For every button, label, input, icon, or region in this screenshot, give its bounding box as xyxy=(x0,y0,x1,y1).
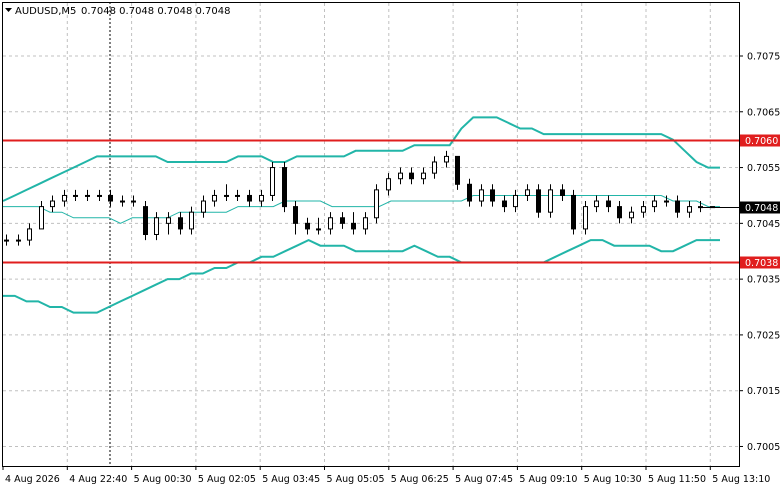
candle-body-bear xyxy=(143,206,148,235)
candle-body-bull xyxy=(629,211,634,219)
candle-body-bear xyxy=(409,172,414,180)
candle-body-bull xyxy=(154,217,159,235)
candle-body-bear xyxy=(571,194,576,230)
x-tick-label: 5 Aug 13:10 xyxy=(712,474,770,485)
candle-body-bull xyxy=(710,206,715,209)
candle-body-bull xyxy=(698,206,703,209)
x-tick-label: 5 Aug 03:45 xyxy=(262,474,320,485)
x-tick-label: 5 Aug 05:05 xyxy=(327,474,385,485)
candle-body-bull xyxy=(316,228,321,231)
candle-body-bull xyxy=(444,155,449,163)
candle-body-bull xyxy=(62,194,67,202)
x-tick-label: 5 Aug 07:45 xyxy=(455,474,513,485)
candle-body-bull xyxy=(652,200,657,208)
candle-body-bull xyxy=(73,194,78,197)
candle-body-bull xyxy=(548,189,553,213)
candle-body-bear xyxy=(675,200,680,213)
candle-body-bull xyxy=(328,217,333,230)
candle xyxy=(710,206,715,209)
candle-body-bull xyxy=(97,194,102,197)
candle-body-bear xyxy=(606,200,611,208)
candle-body-bear xyxy=(293,206,298,224)
candle-body-bull xyxy=(224,194,229,197)
candle-body-bull xyxy=(374,189,379,219)
x-tick-label: 5 Aug 02:05 xyxy=(198,474,256,485)
candle-body-bear xyxy=(502,200,507,208)
candle-body-bull xyxy=(432,161,437,174)
candle-body-bull xyxy=(189,211,194,230)
candle-body-bull xyxy=(4,239,9,242)
candle-body-bull xyxy=(421,172,426,180)
y-tick-label: 0.7065 xyxy=(747,107,780,118)
x-tick-label: 5 Aug 09:10 xyxy=(519,474,577,485)
candle-body-bull xyxy=(131,200,136,203)
candle-body-bear xyxy=(467,183,472,202)
candle-body-bear xyxy=(340,217,345,224)
y-tick-label: 0.7005 xyxy=(747,442,780,453)
ohlc-values: 0.7048 0.7048 0.7048 0.7048 xyxy=(81,6,231,17)
candle-body-bull xyxy=(120,200,125,203)
price-chart[interactable]: 0.7060 0.7038 0.7048 0.7075 0.7065 0.7055 0.7… xyxy=(0,0,781,489)
candle-body-bull xyxy=(39,206,44,230)
y-tick-label: 0.7075 xyxy=(747,51,780,62)
x-tick-label: 5 Aug 00:30 xyxy=(134,474,192,485)
candle-body-bull xyxy=(479,189,484,202)
x-tick-label: 4 Aug 22:40 xyxy=(69,474,127,485)
price-level-label: 0.7060 xyxy=(745,136,778,147)
x-tick-label: 5 Aug 11:50 xyxy=(648,474,706,485)
candle-body-bear xyxy=(305,222,310,230)
y-tick-label: 0.7045 xyxy=(747,219,780,230)
candle-body-bull xyxy=(50,200,55,208)
price-level-label: 0.7038 xyxy=(745,258,778,269)
candle xyxy=(282,161,287,213)
candle-body-bull xyxy=(27,228,32,241)
candle-body-bull xyxy=(259,194,264,202)
current-price-label: 0.7048 xyxy=(745,203,778,214)
y-tick-label: 0.7035 xyxy=(747,275,780,286)
candle-body-bear xyxy=(617,206,622,219)
candle xyxy=(270,161,275,202)
y-tick-label: 0.7025 xyxy=(747,330,780,341)
candle-body-bull xyxy=(85,194,90,197)
x-tick-label: 5 Aug 10:30 xyxy=(584,474,642,485)
y-tick-label: 0.7055 xyxy=(747,163,780,174)
candle-body-bear xyxy=(178,217,183,230)
y-tick-label: 0.7015 xyxy=(747,386,780,397)
candle-body-bull xyxy=(594,200,599,208)
candle-body-bull xyxy=(212,194,217,202)
candle-body-bull xyxy=(166,217,171,224)
candle-body-bear xyxy=(560,189,565,196)
x-tick-label: 5 Aug 06:25 xyxy=(391,474,449,485)
candle-body-bear xyxy=(536,189,541,213)
chart-background xyxy=(0,0,781,489)
symbol-label: AUDUSD,M5 xyxy=(15,6,76,17)
candle-body-bear xyxy=(351,222,356,230)
chart-header: AUDUSD,M5 0.7048 0.7048 0.7048 0.7048 xyxy=(5,6,231,17)
candle-body-bear xyxy=(108,194,113,202)
candle-body-bull xyxy=(641,206,646,213)
candle-body-bull xyxy=(687,206,692,213)
candle-body-bull xyxy=(386,178,391,191)
candle-body-bull xyxy=(363,217,368,230)
candle-body-bull xyxy=(235,194,240,197)
candle-body-bear xyxy=(247,194,252,202)
candle xyxy=(571,189,576,235)
candle-body-bear xyxy=(490,189,495,202)
candle-body-bull xyxy=(398,172,403,180)
candle-body-bull xyxy=(201,200,206,213)
candle-body-bear xyxy=(455,155,460,185)
candle xyxy=(143,201,148,241)
candle-body-bull xyxy=(16,239,21,242)
candle-body-bull xyxy=(525,189,530,196)
candle-body-bull xyxy=(513,194,518,208)
candle-body-bull xyxy=(583,206,588,230)
x-tick-label: 4 Aug 2026 xyxy=(5,474,60,485)
candle-body-bull xyxy=(664,200,669,203)
candle-body-bull xyxy=(270,167,275,196)
candle-body-bear xyxy=(282,167,287,208)
candle xyxy=(374,184,379,224)
